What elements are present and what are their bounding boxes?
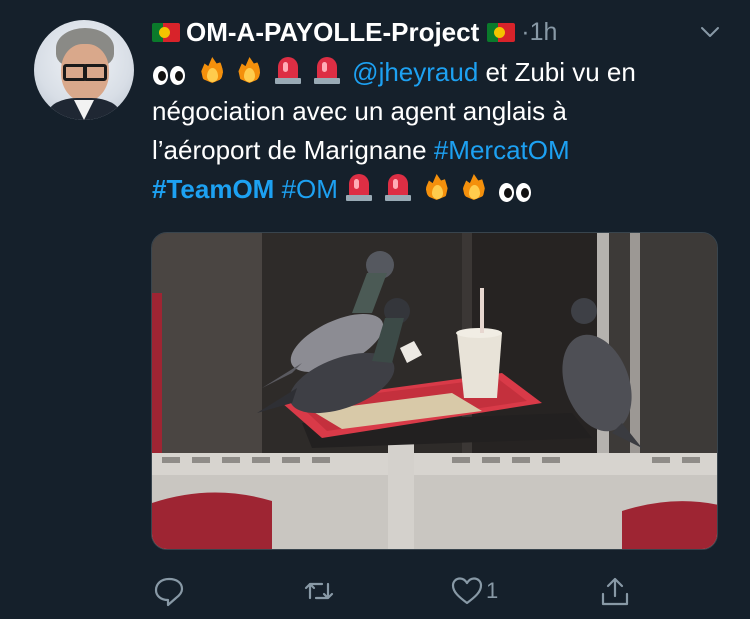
tweet-time[interactable]: 1h <box>530 18 558 47</box>
tweet-text-line3: l’aéroport de Marignane <box>152 135 434 165</box>
fire-emoji-icon <box>461 172 487 202</box>
tweet-photo[interactable] <box>151 232 718 550</box>
tweet-text-line1: et Zubi vu en <box>478 57 636 87</box>
reply-icon <box>154 577 184 607</box>
share-icon <box>601 577 629 606</box>
author-avatar[interactable] <box>34 20 134 120</box>
like-count: 1 <box>486 578 499 603</box>
pigeons-photo <box>152 233 717 549</box>
tweet-text: @jheyraud et Zubi vu en négociation avec… <box>152 53 732 209</box>
like-icon <box>451 577 483 605</box>
like-button[interactable]: 1 <box>450 574 498 608</box>
siren-emoji-icon <box>313 55 341 85</box>
fire-emoji-icon <box>424 172 450 202</box>
portugal-flag-icon <box>487 22 516 42</box>
separator-dot: · <box>521 17 530 46</box>
chevron-down-icon[interactable] <box>700 22 720 42</box>
tweet-header: OM-A-PAYOLLE-Project · 1h <box>152 14 557 50</box>
author-name[interactable]: OM-A-PAYOLLE-Project <box>186 17 479 48</box>
retweet-button[interactable] <box>302 574 336 608</box>
tweet-text-line2: négociation avec un agent anglais à <box>152 96 567 126</box>
reply-button[interactable] <box>152 574 186 608</box>
siren-emoji-icon <box>345 172 373 202</box>
hashtag-link[interactable]: #OM <box>282 174 338 204</box>
retweet-icon <box>304 582 334 600</box>
fire-emoji-icon <box>236 55 262 85</box>
hashtag-link[interactable]: #MercatOM <box>434 135 570 165</box>
mention-link[interactable]: @jheyraud <box>352 57 478 87</box>
portugal-flag-icon <box>152 22 180 42</box>
siren-emoji-icon <box>274 55 302 85</box>
fire-emoji-icon <box>199 55 225 85</box>
eyes-emoji-icon <box>152 65 188 85</box>
hashtag-link[interactable]: #TeamOM <box>152 174 274 204</box>
share-button[interactable] <box>598 574 632 608</box>
siren-emoji-icon <box>384 172 412 202</box>
eyes-emoji-icon <box>498 182 534 202</box>
tweet-actions: 1 <box>152 570 652 610</box>
